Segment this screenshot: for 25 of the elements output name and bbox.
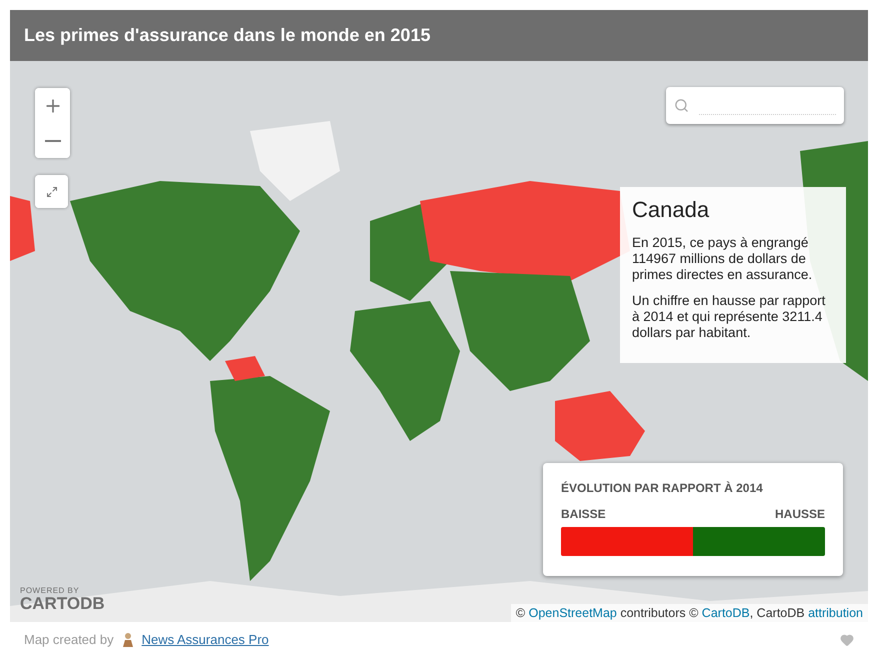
search-field[interactable]	[666, 87, 844, 124]
country-name: Canada	[632, 197, 710, 223]
zoom-out-button[interactable]	[35, 123, 70, 158]
credit-text: Map created by	[24, 632, 114, 647]
zoom-in-button[interactable]	[35, 88, 70, 123]
map-title: Les primes d'assurance dans le monde en 2015	[24, 25, 430, 46]
attribution-text: ©	[516, 606, 526, 620]
logo-caption: POWERED BY	[20, 586, 80, 595]
search-icon	[674, 98, 689, 113]
info-paragraph: Un chiffre en hausse par rapport à 2014 et qui représente 3211.4 dollars par habitant.	[632, 293, 826, 341]
author-link[interactable]: News Assurances Pro	[142, 632, 269, 647]
expand-icon	[46, 186, 58, 198]
attribution-link[interactable]: OpenStreetMap	[528, 606, 617, 620]
legend-title: ÉVOLUTION PAR RAPPORT À 2014	[561, 481, 764, 495]
attribution-link[interactable]: attribution	[808, 606, 863, 620]
minus-icon	[44, 140, 60, 142]
legend-label: BAISSE	[561, 507, 606, 521]
legend-label: HAUSSE	[774, 507, 825, 521]
logo-text: CARTODB	[20, 595, 105, 612]
heart-icon[interactable]	[840, 632, 854, 646]
attribution-link[interactable]: CartoDB	[702, 606, 750, 620]
attribution-text: , CartoDB	[750, 606, 806, 620]
info-paragraph: En 2015, ce pays à engrangé 114967 millions de dollars de primes directes en assurance.	[632, 235, 814, 283]
fullscreen-button[interactable]	[35, 175, 68, 208]
attribution-text: contributors ©	[619, 606, 700, 620]
